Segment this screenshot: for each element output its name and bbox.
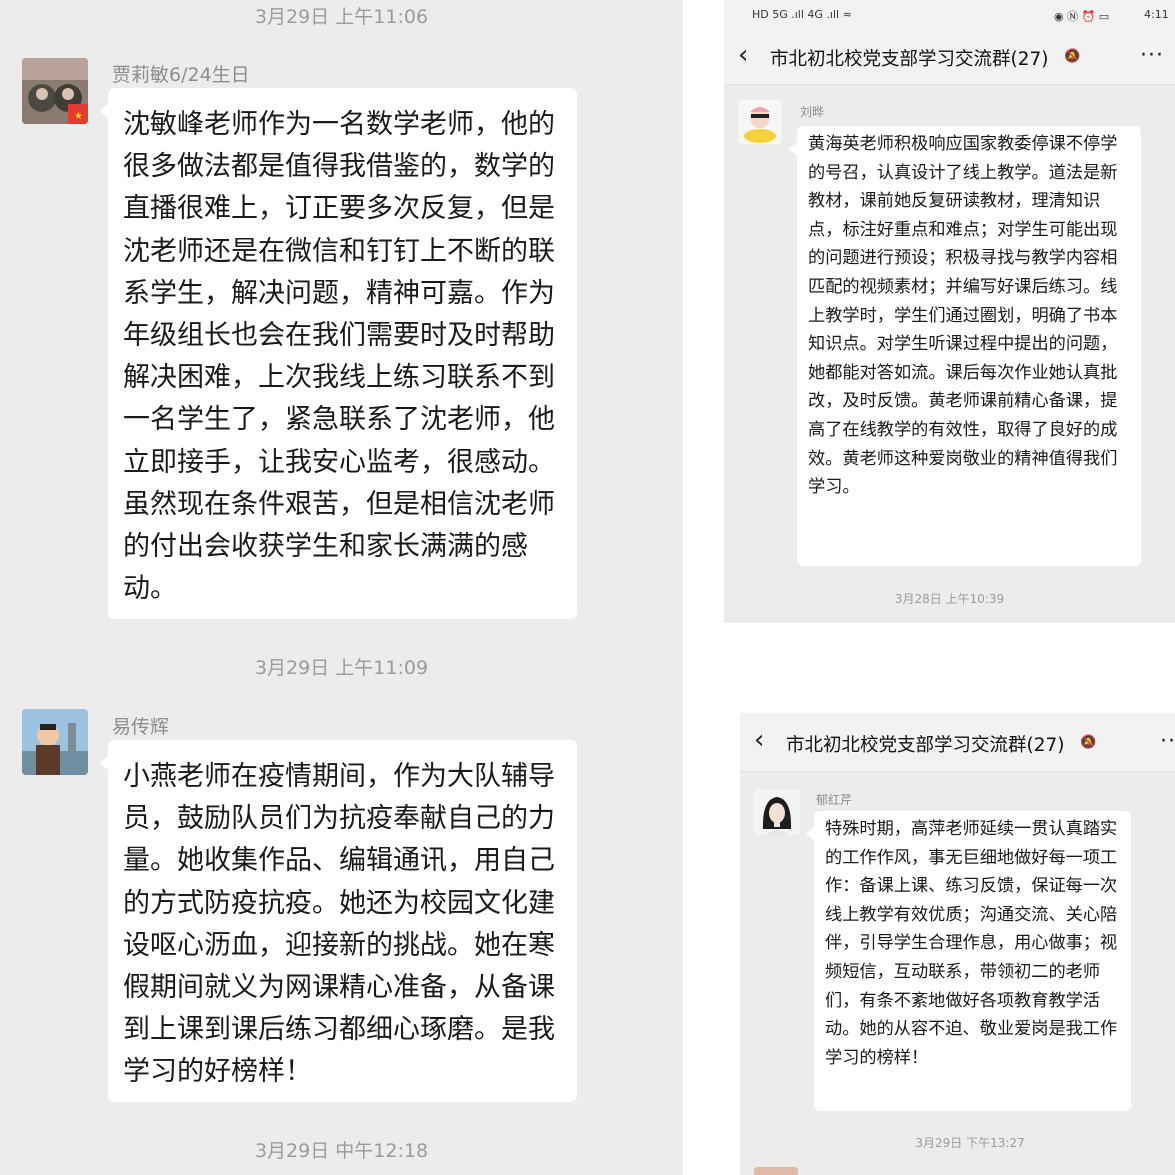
chat-title: 市北初北校党支部学习交流群(27) [770,49,1049,70]
chat-header: ‹ 市北初北校党支部学习交流群(27) 🔕 ·· [740,713,1175,772]
avatar[interactable]: ★ [22,58,88,124]
sender-name: 郁红芹 [816,793,853,807]
top-right-phone: HD 5G .ıll 4G .ıll ≈ ◉ Ⓝ ⏰ ▭ 4:11 ‹ 市北初北… [724,0,1175,623]
chat-title: 市北初北校党支部学习交流群(27) [786,735,1065,756]
message-bubble[interactable]: 黄海英老师积极响应国家教委停课不停学的号召，认真设计了线上教学。道法是新教材，课… [789,126,1141,566]
timestamp: 3月29日 中午12:18 [254,1140,429,1162]
mute-icon: 🔕 [1080,735,1097,750]
more-icon[interactable]: ··· [1140,43,1164,68]
avatar[interactable] [754,1167,798,1175]
back-arrow-icon[interactable]: ‹ [738,40,748,70]
timestamp: 3月29日 上午11:09 [254,657,429,679]
message-bubble[interactable]: 沈敏峰老师作为一名数学老师，他的很多做法都是值得我借鉴的，数学的直播很难上，订正… [100,88,577,619]
message-bubble[interactable]: 特殊时期，高萍老师延续一贯认真踏实的工作作风，事无巨细地做好每一项工作：备课上课… [806,811,1131,1111]
top-timestamp: 3月29日 上午11:06 [254,6,429,28]
sender-name: 贾莉敏6/24生日 [112,64,250,86]
back-arrow-icon[interactable]: ‹ [754,725,764,755]
mute-icon: 🔕 [1064,49,1081,64]
more-icon[interactable]: ·· [1160,729,1175,754]
status-bar: HD 5G .ıll 4G .ıll ≈ ◉ Ⓝ ⏰ ▭ 4:11 [724,0,1175,32]
avatar-cartoon-icon [738,100,782,144]
chat-header: ‹ 市北初北校党支部学习交流群(27) 🔕 ··· [724,32,1175,85]
avatar[interactable] [22,709,88,775]
sender-name: 刘晔 [800,105,825,119]
svg-text:★: ★ [74,111,83,122]
status-icons: ◉ Ⓝ ⏰ ▭ [1054,10,1110,23]
timestamp: 3月28日 上午10:39 [894,592,1005,606]
avatar[interactable] [754,789,800,835]
avatar-photo-icon [22,709,88,775]
signal-status: HD 5G .ıll 4G .ıll ≈ [752,8,852,21]
avatar[interactable] [738,100,782,144]
left-chat-panel: 3月29日 上午11:06 ★ 贾莉敏6/24生日 沈敏峰老师作为一名数学老师，… [0,0,683,1175]
bottom-right-phone: ‹ 市北初北校党支部学习交流群(27) 🔕 ·· 郁红芹 特殊时期，高萍老师延续… [740,713,1175,1175]
sender-name: 易传辉 [112,716,170,738]
avatar-portrait-icon [754,789,800,835]
message-bubble[interactable]: 小燕老师在疫情期间，作为大队辅导员，鼓励队员们为抗疫奉献自己的力量。她收集作品、… [100,740,577,1102]
timestamp: 3月29日 下午13:27 [915,1136,1025,1150]
avatar-photo-icon: ★ [22,58,88,124]
clock: 4:11 [1144,8,1169,21]
